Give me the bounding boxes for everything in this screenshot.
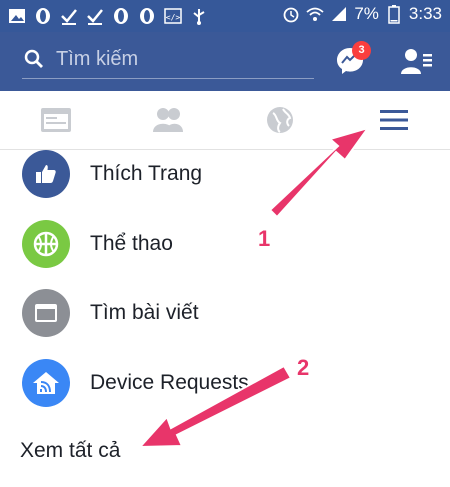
opera-icon <box>36 8 50 24</box>
see-all-link[interactable]: Xem tất cả <box>20 439 120 463</box>
image-icon <box>9 9 25 23</box>
tab-bar <box>0 91 450 150</box>
system-status: 7% 3:33 <box>282 4 442 24</box>
thumbs-up-icon <box>36 165 56 183</box>
tab-menu[interactable] <box>338 91 450 149</box>
alarm-icon <box>283 7 299 23</box>
battery-percent: 7% <box>354 4 379 23</box>
tab-news-feed[interactable] <box>0 91 112 149</box>
active-tab-indicator <box>338 146 450 149</box>
menu-item-label: Device Requests <box>90 371 249 394</box>
code-icon: </> <box>164 8 182 24</box>
svg-text:</>: </> <box>166 13 181 22</box>
menu-item-device-requests[interactable]: Device Requests <box>0 358 450 428</box>
opera-icon <box>140 8 154 24</box>
find-posts-circle <box>22 289 70 337</box>
hamburger-icon <box>380 110 408 130</box>
notification-icons: </> <box>8 6 208 26</box>
annotation-number-1: 1 <box>258 226 271 251</box>
search-input[interactable]: Tìm kiếm <box>22 42 314 79</box>
usb-icon <box>193 9 205 25</box>
battery-icon <box>388 5 400 24</box>
status-bar: </> 7% 3:33 <box>0 0 450 32</box>
clock: 3:33 <box>408 4 442 23</box>
opera-icon <box>114 8 128 24</box>
check-icon <box>87 9 103 25</box>
browser-window-icon <box>35 304 57 322</box>
news-feed-icon <box>41 108 71 132</box>
tab-notifications[interactable] <box>224 91 336 149</box>
menu-item-label: Thích Trang <box>90 162 203 185</box>
annotation-number-2: 2 <box>297 355 310 380</box>
search-placeholder: Tìm kiếm <box>56 48 139 70</box>
device-requests-circle <box>22 359 70 407</box>
check-icon <box>61 9 77 25</box>
search-icon <box>24 49 43 68</box>
top-bar: Tìm kiếm 3 <box>0 32 450 91</box>
friend-requests-icon[interactable] <box>401 46 433 76</box>
globe-icon <box>267 107 293 133</box>
device-home-icon <box>33 372 59 394</box>
menu-item-label: Tìm bài viết <box>90 301 199 324</box>
menu-item-liked-pages[interactable]: Thích Trang <box>0 150 450 220</box>
menu-item-find-posts[interactable]: Tìm bài viết <box>0 288 450 358</box>
friends-icon <box>153 108 183 132</box>
wifi-icon <box>306 7 324 21</box>
signal-icon <box>332 7 347 21</box>
messenger-badge: 3 <box>352 41 371 60</box>
liked-pages-circle <box>22 150 70 198</box>
tab-friends[interactable] <box>112 91 224 149</box>
menu-item-label: Thể thao <box>90 232 173 255</box>
sports-ball-icon <box>33 231 59 257</box>
sports-circle <box>22 220 70 268</box>
menu-item-sports[interactable]: Thể thao <box>0 218 450 288</box>
